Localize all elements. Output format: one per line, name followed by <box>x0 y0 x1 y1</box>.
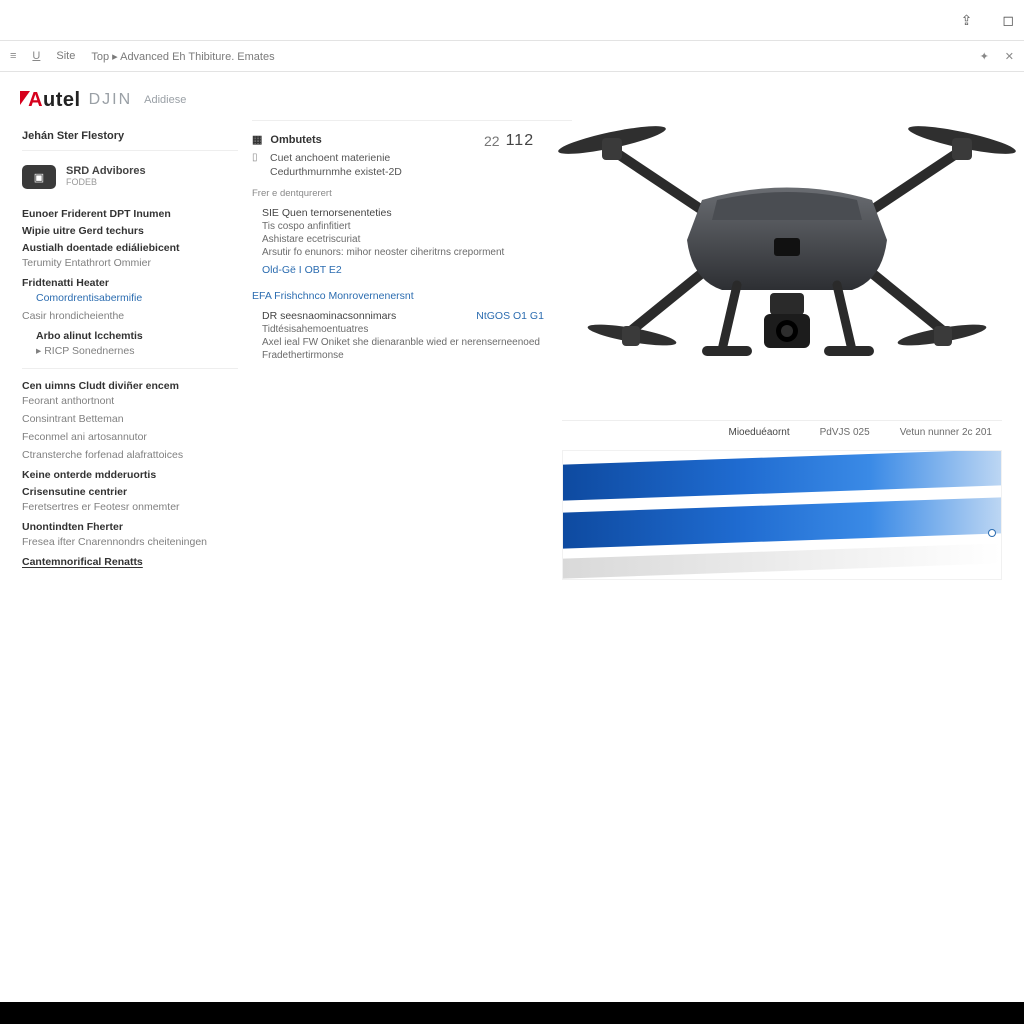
sidebar-item[interactable]: Ctransterche forfenad alafrattoices <box>22 446 238 464</box>
banner-tab-1[interactable]: Mioeduéaornt <box>728 427 789 438</box>
banner-tab-2[interactable]: PdVJS 025 <box>820 427 870 438</box>
format-icon[interactable]: U <box>32 50 40 62</box>
sidebar-group-1[interactable]: Wipie uitre Gerd techurs <box>22 220 238 237</box>
menu-icon[interactable]: ≡ <box>10 50 16 62</box>
tag-icon: ▸ <box>36 345 41 357</box>
app-toolbar: ≡ U Site Top ▸ Advanced Eh Thibiture. Em… <box>0 40 1024 72</box>
article-line: Axel ieal FW Oniket she dienaranble wied… <box>262 337 572 348</box>
sidebar-item[interactable]: Feconmel ani artosannutor <box>22 428 238 446</box>
share-icon[interactable]: ⇪ <box>961 12 973 29</box>
promo-banner: Mioeduéaornt PdVJS 025 Vetun nunner 2c 2… <box>562 420 1002 580</box>
article-column: ▦ Ombutets ▯Cuet anchoent materienie Ced… <box>252 120 572 1000</box>
banner-image[interactable] <box>562 450 1002 580</box>
sidebar-item[interactable]: Feretsertres er Feotesr onmemter <box>22 498 238 516</box>
brand-logo: Autel <box>22 89 81 112</box>
stat-value: 112 <box>506 132 535 150</box>
sidebar-hero-title: SRD Advibores <box>66 165 146 177</box>
sidebar: Jehán Ster Flestory ▣ SRD Advibores FODE… <box>22 120 252 1000</box>
article-section2-title: DR seesnaominacsonnimars <box>262 310 396 322</box>
camera-icon: ▣ <box>22 165 56 189</box>
article-lead: Cuet anchoent materienie <box>270 152 390 164</box>
stat-prefix: 22 <box>484 133 500 149</box>
article-link[interactable]: Old-Gë I OBT E2 <box>262 264 572 276</box>
main-content: ▦ Ombutets ▯Cuet anchoent materienie Ced… <box>252 120 1002 1000</box>
sidebar-group-9[interactable]: Cantemnorifical Renatts <box>22 551 238 568</box>
doc-icon: ▯ <box>252 152 262 163</box>
article-line: Fradethertirmonse <box>262 350 572 361</box>
sidebar-group-6[interactable]: Keine onterde mdderuortis <box>22 464 238 481</box>
sidebar-group-0[interactable]: Eunoer Friderent DPT Inumen <box>22 203 238 220</box>
article-model-link[interactable]: NtGOS O1 G1 <box>476 310 544 322</box>
media-column: Mioeduéaornt PdVJS 025 Vetun nunner 2c 2… <box>590 120 1002 1000</box>
breadcrumb[interactable]: Top ▸ Advanced Eh Thibiture. Emates <box>91 50 274 63</box>
sidebar-group-2[interactable]: Austialh doentade ediáliebicent <box>22 237 238 254</box>
sidebar-group-8[interactable]: Unontindten Fherter <box>22 516 238 533</box>
article-stat: 22 112 <box>484 132 534 150</box>
bookmark-icon[interactable]: ◻ <box>1002 12 1014 29</box>
sidebar-group-5[interactable]: Cen uimns Cludt diviñer encem <box>22 375 238 392</box>
sidebar-heading: Jehán Ster Flestory <box>22 130 238 142</box>
article-line: Tis cospo anfinfitiert <box>262 221 572 232</box>
grid-icon: ▦ <box>252 133 262 146</box>
article-line: Tidtésisahemoentuatres <box>262 324 572 335</box>
sidebar-item[interactable]: Consintrant Betteman <box>22 410 238 428</box>
banner-tabs: Mioeduéaornt PdVJS 025 Vetun nunner 2c 2… <box>562 420 1002 444</box>
article-kicker: Frer e dentqurerert <box>252 188 572 199</box>
sidebar-item[interactable]: Fresea ifter Cnarennondrs cheiteningen <box>22 533 238 551</box>
article-line: Ashistare ecetriscuriat <box>262 234 572 245</box>
close-icon[interactable]: ✕ <box>1005 50 1014 63</box>
sidebar-item[interactable]: ▸ RICP Sonednernes <box>22 342 238 360</box>
window-titlebar: ⇪ ◻ <box>0 0 1024 40</box>
toolbar-site-label: Site <box>56 50 75 62</box>
drone-image <box>552 80 1022 440</box>
article-lead: Cedurthmurnmhe existet-2D <box>270 166 402 178</box>
drone-svg <box>552 80 1022 440</box>
brand-tag: Adidiese <box>144 94 186 106</box>
sidebar-group-4[interactable]: Arbo alinut lcchemtis <box>22 325 238 342</box>
article-group-title[interactable]: EFA Frishchnco Monrovernenersnt <box>252 290 572 302</box>
brand-subtitle: DJIN <box>89 91 133 109</box>
banner-tab-3[interactable]: Vetun nunner 2c 201 <box>900 427 992 438</box>
sparkle-icon[interactable]: ✦ <box>980 50 989 63</box>
sidebar-item[interactable]: Terumity Entathrort Ommier <box>22 254 238 272</box>
footer-bar <box>0 1002 1024 1024</box>
sidebar-group-3[interactable]: Fridtenatti Heater <box>22 272 238 289</box>
sidebar-item[interactable]: Feorant anthortnont <box>22 392 238 410</box>
sidebar-group-7[interactable]: Crisensutine centrier <box>22 481 238 498</box>
sidebar-item[interactable]: Comordrentisabermifie <box>22 289 238 307</box>
sidebar-item[interactable]: Casir hrondicheienthe <box>22 307 238 325</box>
carousel-dot-icon[interactable] <box>989 530 995 536</box>
article-section-title: SIE Quen ternorsenenteties <box>262 207 572 219</box>
sidebar-hero[interactable]: ▣ SRD Advibores FODEB <box>22 165 238 189</box>
article-line: Arsutir fo enunors: mihor neoster ciheri… <box>262 247 572 258</box>
sidebar-hero-subtitle: FODEB <box>66 177 146 187</box>
